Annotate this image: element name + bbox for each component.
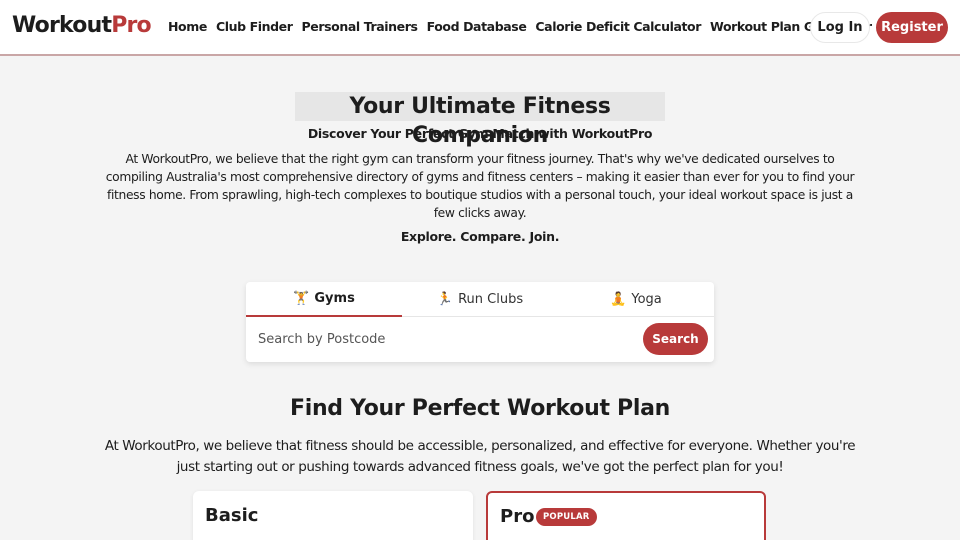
nav-calorie-deficit-calculator[interactable]: Calorie Deficit Calculator [535,19,701,34]
nav-home[interactable]: Home [168,19,207,34]
hero-tagline: Explore. Compare. Join. [400,229,560,244]
runner-icon: 🏃 [436,292,454,307]
login-button[interactable]: Log In [810,12,870,43]
search-button[interactable]: Search [643,323,708,355]
main-nav: Home Club Finder Personal Trainers Food … [168,19,872,34]
dumbbell-icon: 🏋️ [293,291,310,306]
tab-label: Yoga [631,292,662,307]
plan-card-basic[interactable]: Basic [193,491,473,540]
tab-gyms[interactable]: 🏋️ Gyms [246,282,402,317]
hero-title: Your Ultimate Fitness Companion [295,92,665,148]
nav-food-database[interactable]: Food Database [427,19,527,34]
register-button[interactable]: Register [876,12,948,43]
hero-subtitle: Discover Your Perfect Gym Match with Wor… [307,126,653,141]
tab-label: Gyms [314,291,355,306]
logo-main: Workout [12,13,112,38]
popular-badge: POPULAR [536,508,597,526]
plans-title: Find Your Perfect Workout Plan [289,396,671,421]
nav-club-finder[interactable]: Club Finder [216,19,293,34]
tab-run-clubs[interactable]: 🏃 Run Clubs [402,282,558,317]
nav-personal-trainers[interactable]: Personal Trainers [302,19,418,34]
plan-name: Basic [205,505,259,526]
plan-card-pro[interactable]: Pro POPULAR [486,491,766,540]
logo[interactable]: WorkoutPro [12,13,152,38]
yoga-icon: 🧘 [610,292,627,307]
hero-body: At WorkoutPro, we believe that the right… [105,152,855,220]
plans-body: At WorkoutPro, we believe that fitness s… [104,438,856,475]
postcode-search-input[interactable] [258,328,638,350]
tab-yoga[interactable]: 🧘 Yoga [558,282,714,317]
tab-label: Run Clubs [458,292,524,307]
search-card: 🏋️ Gyms 🏃 Run Clubs 🧘 Yoga Search [246,282,714,362]
plan-name: Pro [500,506,535,527]
site-header: WorkoutPro Home Club Finder Personal Tra… [0,0,960,56]
search-tabs: 🏋️ Gyms 🏃 Run Clubs 🧘 Yoga [246,282,714,317]
logo-accent: Pro [111,13,151,38]
